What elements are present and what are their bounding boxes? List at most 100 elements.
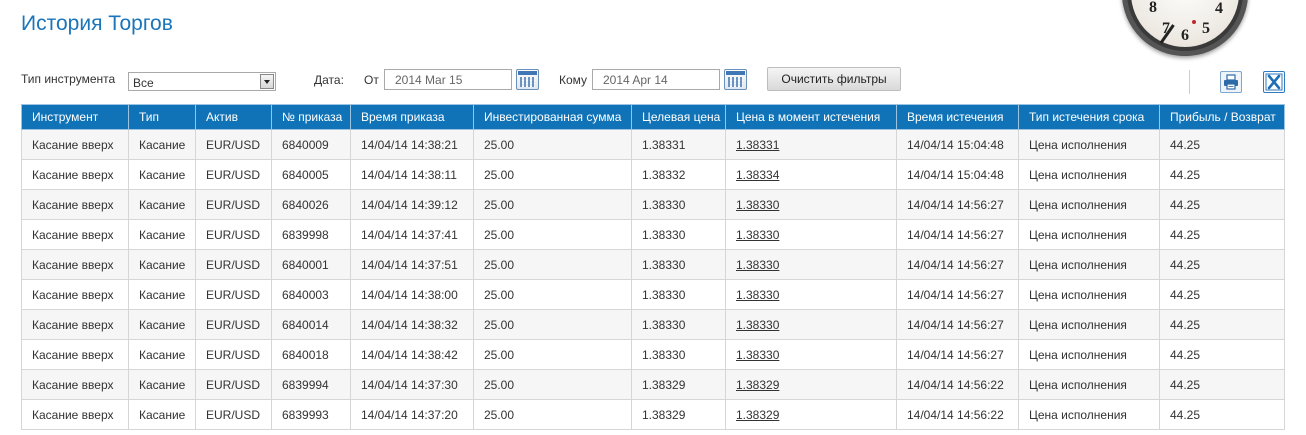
cell-expiry-price[interactable]: 1.38330: [725, 189, 897, 220]
cell-order-number: 6840001: [271, 249, 351, 280]
cell-expiry-price[interactable]: 1.38330: [725, 249, 897, 280]
cell-profit-return: 44.25: [1159, 279, 1285, 310]
cell-order-time: 14/04/14 14:38:32: [350, 309, 474, 340]
cell-target-price: 1.38330: [631, 279, 726, 310]
cell-expiry-type: Цена исполнения: [1018, 279, 1160, 310]
cell-expiry-time: 14/04/14 14:56:22: [896, 369, 1019, 400]
cell-expiry-price[interactable]: 1.38330: [725, 219, 897, 250]
cell-asset: EUR/USD: [195, 369, 272, 400]
cell-expiry-time: 14/04/14 14:56:27: [896, 279, 1019, 310]
cell-type: Касание: [128, 189, 196, 220]
cell-order-number: 6839993: [271, 399, 351, 430]
cell-expiry-type: Цена исполнения: [1018, 309, 1160, 340]
cell-expiry-price[interactable]: 1.38329: [725, 369, 897, 400]
cell-order-number: 6839994: [271, 369, 351, 400]
cell-expiry-price[interactable]: 1.38330: [725, 309, 897, 340]
calendar-grid: [520, 77, 535, 87]
cell-invested-amount: 25.00: [473, 309, 632, 340]
cell-order-time: 14/04/14 14:38:42: [350, 339, 474, 370]
column-header-expiry-type[interactable]: Тип истечения срока: [1018, 104, 1160, 130]
calendar-icon[interactable]: [516, 69, 539, 90]
column-header-profit-return[interactable]: Прибыль / Возврат: [1159, 104, 1285, 130]
cell-instrument: Касание вверх: [21, 339, 129, 370]
cell-profit-return: 44.25: [1159, 129, 1285, 160]
cell-expiry-time: 14/04/14 14:56:27: [896, 309, 1019, 340]
cell-instrument: Касание вверх: [21, 399, 129, 430]
table-row: Касание вверх Касание EUR/USD 6840003 14/04/…: [21, 279, 1285, 310]
cell-expiry-time: 14/04/14 15:04:48: [896, 129, 1019, 160]
cell-instrument: Касание вверх: [21, 159, 129, 190]
printer-icon[interactable]: [1220, 71, 1242, 93]
cell-instrument: Касание вверх: [21, 189, 129, 220]
cell-expiry-time: 14/04/14 14:56:27: [896, 219, 1019, 250]
cell-profit-return: 44.25: [1159, 399, 1285, 430]
cell-instrument: Касание вверх: [21, 279, 129, 310]
column-header-expiry-price[interactable]: Цена в момент истечения: [725, 104, 897, 130]
column-header-instrument[interactable]: Инструмент: [21, 104, 129, 130]
cell-target-price: 1.38330: [631, 219, 726, 250]
cell-asset: EUR/USD: [195, 219, 272, 250]
cell-asset: EUR/USD: [195, 159, 272, 190]
cell-expiry-price[interactable]: 1.38331: [725, 129, 897, 160]
cell-profit-return: 44.25: [1159, 189, 1285, 220]
calendar-icon[interactable]: [724, 69, 747, 90]
cell-expiry-time: 14/04/14 14:56:22: [896, 399, 1019, 430]
cell-type: Касание: [128, 309, 196, 340]
cell-asset: EUR/USD: [195, 129, 272, 160]
cell-type: Касание: [128, 279, 196, 310]
table-row: Касание вверх Касание EUR/USD 6840026 14/04/…: [21, 189, 1285, 220]
cell-order-number: 6840005: [271, 159, 351, 190]
cell-type: Касание: [128, 339, 196, 370]
cell-profit-return: 44.25: [1159, 219, 1285, 250]
column-header-expiry-time[interactable]: Время истечения: [896, 104, 1019, 130]
table-row: Касание вверх Касание EUR/USD 6839998 14/04/…: [21, 219, 1285, 250]
column-header-order-number[interactable]: № приказа: [271, 104, 351, 130]
to-date-input[interactable]: 2014 Apr 14: [592, 69, 720, 90]
calendar-grid: [728, 77, 743, 87]
cell-expiry-type: Цена исполнения: [1018, 189, 1160, 220]
cell-expiry-price[interactable]: 1.38334: [725, 159, 897, 190]
cell-target-price: 1.38330: [631, 339, 726, 370]
instrument-type-select[interactable]: Все: [128, 72, 276, 91]
cell-target-price: 1.38330: [631, 189, 726, 220]
cell-type: Касание: [128, 369, 196, 400]
column-header-order-time[interactable]: Время приказа: [350, 104, 474, 130]
instrument-type-label: Тип инструмента: [21, 72, 116, 86]
column-header-type[interactable]: Тип: [128, 104, 196, 130]
cell-order-time: 14/04/14 14:37:30: [350, 369, 474, 400]
cell-order-number: 6839998: [271, 219, 351, 250]
filter-bar: Тип инструмента Все Дата: От 2014 Mar 15…: [0, 0, 1306, 100]
instrument-type-value: Все: [133, 76, 154, 90]
table-row: Касание вверх Касание EUR/USD 6839994 14/04/…: [21, 369, 1285, 400]
cell-invested-amount: 25.00: [473, 249, 632, 280]
cell-profit-return: 44.25: [1159, 309, 1285, 340]
cell-asset: EUR/USD: [195, 339, 272, 370]
cell-profit-return: 44.25: [1159, 249, 1285, 280]
toolbar-divider: [1189, 70, 1190, 94]
cell-expiry-price[interactable]: 1.38330: [725, 279, 897, 310]
chevron-down-icon[interactable]: [260, 74, 274, 89]
cell-type: Касание: [128, 249, 196, 280]
cell-instrument: Касание вверх: [21, 129, 129, 160]
cell-expiry-price[interactable]: 1.38330: [725, 339, 897, 370]
excel-export-icon[interactable]: [1263, 71, 1285, 93]
cell-expiry-price[interactable]: 1.38329: [725, 399, 897, 430]
cell-target-price: 1.38330: [631, 249, 726, 280]
clear-filters-button[interactable]: Очистить фильтры: [767, 67, 901, 91]
cell-invested-amount: 25.00: [473, 219, 632, 250]
cell-expiry-type: Цена исполнения: [1018, 369, 1160, 400]
column-header-invested-amount[interactable]: Инвестированная сумма: [473, 104, 632, 130]
cell-target-price: 1.38331: [631, 129, 726, 160]
cell-invested-amount: 25.00: [473, 159, 632, 190]
cell-order-time: 14/04/14 14:39:12: [350, 189, 474, 220]
cell-type: Касание: [128, 159, 196, 190]
cell-expiry-type: Цена исполнения: [1018, 129, 1160, 160]
from-date-input[interactable]: 2014 Mar 15: [384, 69, 512, 90]
column-header-asset[interactable]: Актив: [195, 104, 272, 130]
cell-order-time: 14/04/14 14:38:21: [350, 129, 474, 160]
cell-order-time: 14/04/14 14:38:00: [350, 279, 474, 310]
calendar-header: [518, 71, 537, 75]
column-header-target-price[interactable]: Целевая цена: [631, 104, 726, 130]
cell-order-time: 14/04/14 14:38:11: [350, 159, 474, 190]
cell-order-time: 14/04/14 14:37:41: [350, 219, 474, 250]
